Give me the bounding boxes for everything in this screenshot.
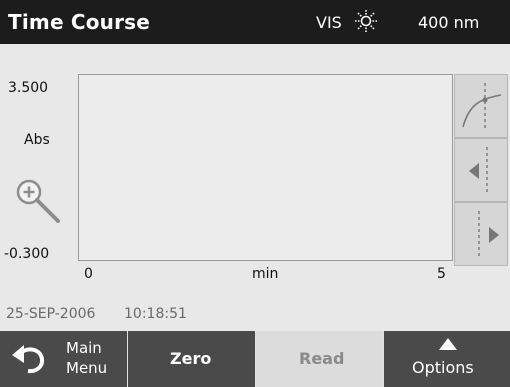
instrument-screen: Time Course VIS 400 nm 3.500 Abs -0.300 bbox=[0, 0, 510, 387]
back-arrow-icon bbox=[12, 345, 45, 374]
x-axis-max-label: 5 bbox=[437, 266, 446, 282]
x-axis-unit-label: min bbox=[252, 266, 279, 282]
up-arrow-icon bbox=[439, 338, 457, 350]
y-axis-max-label: 3.500 bbox=[8, 80, 49, 96]
curve-cursor-button[interactable] bbox=[454, 74, 508, 138]
read-label: Read bbox=[299, 349, 345, 368]
main-menu-button[interactable]: Main Menu bbox=[0, 331, 128, 387]
bottom-toolbar: Main Menu Zero Read Options bbox=[0, 331, 510, 387]
status-date: 25-SEP-2006 bbox=[6, 306, 96, 322]
title-bar: Time Course VIS 400 nm bbox=[0, 0, 510, 44]
graph-area[interactable] bbox=[78, 74, 453, 261]
y-axis-min-label: -0.300 bbox=[4, 246, 50, 262]
curve-cursor-icon bbox=[462, 83, 502, 131]
options-label: Options bbox=[412, 358, 474, 377]
page-title: Time Course bbox=[8, 10, 151, 34]
cursor-left-button[interactable] bbox=[454, 138, 508, 202]
read-button[interactable]: Read bbox=[256, 331, 384, 387]
options-button[interactable]: Options bbox=[384, 331, 510, 387]
status-time: 10:18:51 bbox=[124, 306, 187, 322]
mode-label: VIS bbox=[316, 13, 342, 32]
wavelength-label: 400 nm bbox=[418, 13, 480, 32]
cursor-right-icon bbox=[478, 211, 499, 259]
zoom-in-icon[interactable] bbox=[14, 176, 64, 228]
y-axis-unit-label: Abs bbox=[24, 132, 50, 148]
cursor-right-button[interactable] bbox=[454, 202, 508, 266]
zero-button[interactable]: Zero bbox=[128, 331, 256, 387]
main-menu-label-line2: Menu bbox=[66, 359, 108, 377]
cursor-left-icon bbox=[469, 147, 488, 195]
main-menu-label-line1: Main bbox=[66, 339, 102, 357]
sun-lamp-icon bbox=[355, 10, 377, 32]
zero-label: Zero bbox=[170, 349, 212, 368]
x-axis-min-label: 0 bbox=[84, 266, 93, 282]
